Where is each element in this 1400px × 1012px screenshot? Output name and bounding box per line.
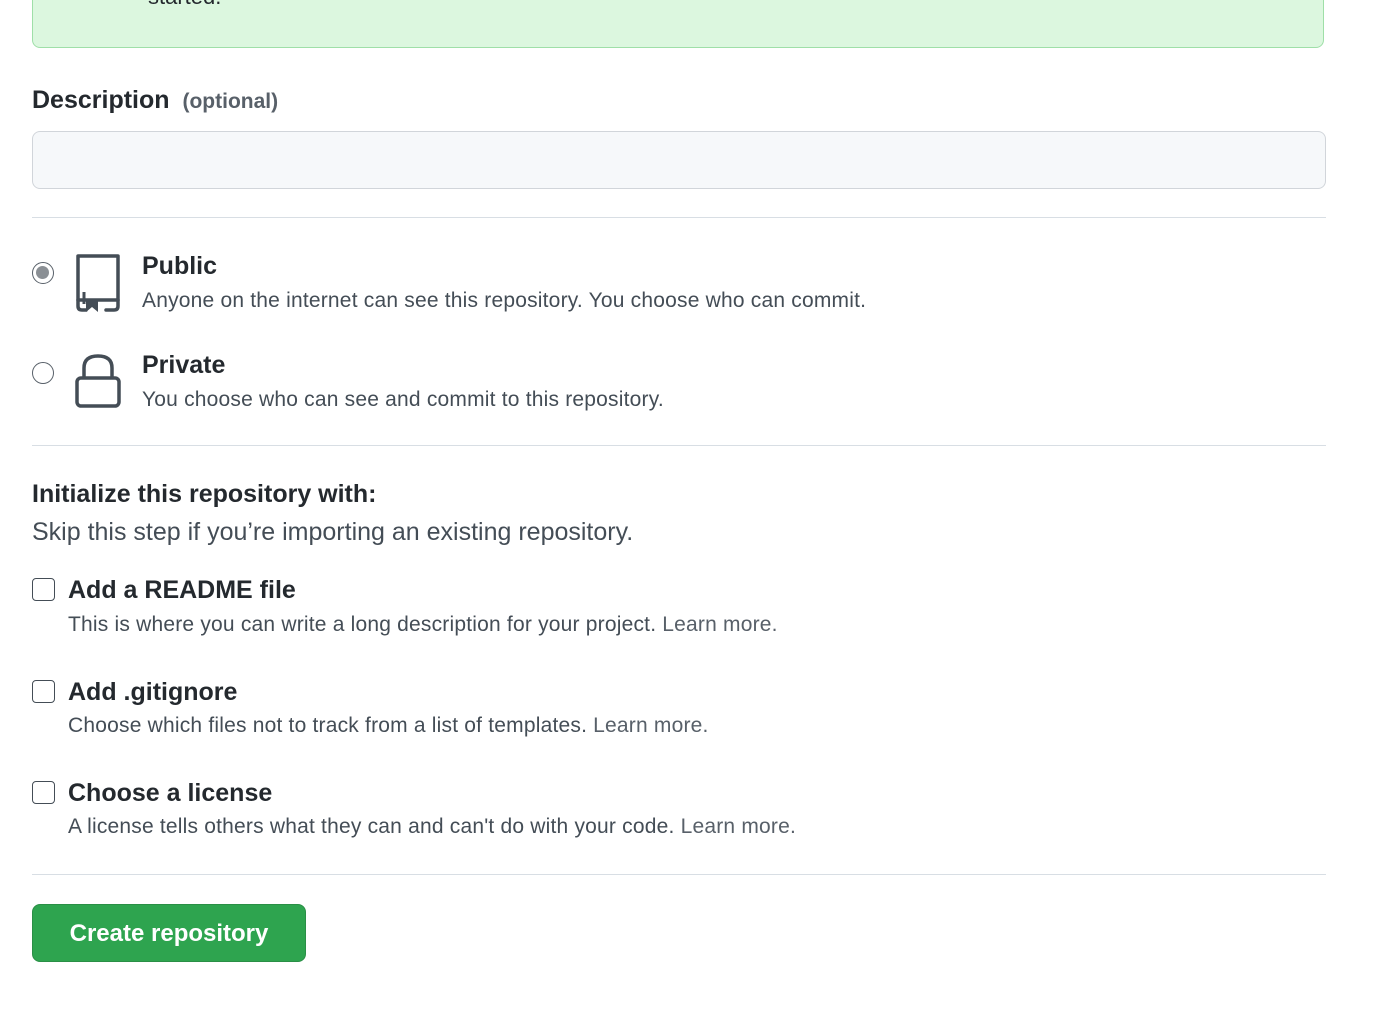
divider xyxy=(32,217,1326,218)
private-description: You choose who can see and commit to thi… xyxy=(142,388,664,411)
description-label-text: Description xyxy=(32,86,170,114)
gitignore-checkbox[interactable] xyxy=(32,680,55,703)
private-title: Private xyxy=(142,351,226,379)
public-radio[interactable] xyxy=(32,262,54,284)
gitignore-title: Add .gitignore xyxy=(68,678,238,706)
readme-title: Add a README file xyxy=(68,576,296,604)
description-input[interactable] xyxy=(32,131,1326,189)
initialize-subtitle: Skip this step if you’re importing an ex… xyxy=(32,518,634,546)
private-radio[interactable] xyxy=(32,362,54,384)
initialize-title: Initialize this repository with: xyxy=(32,480,377,508)
gitignore-description: Choose which files not to track from a l… xyxy=(68,714,709,738)
public-title: Public xyxy=(142,252,218,280)
new-repository-form: started. Description (optional) Public A… xyxy=(0,0,1400,1012)
license-description-text: A license tells others what they can and… xyxy=(68,815,675,838)
lock-icon xyxy=(75,354,121,408)
readme-learn-more-link[interactable]: Learn more. xyxy=(662,613,777,636)
gitignore-description-text: Choose which files not to track from a l… xyxy=(68,714,588,737)
license-title: Choose a license xyxy=(68,779,273,807)
gitignore-learn-more-link[interactable]: Learn more. xyxy=(593,714,708,737)
description-label: Description (optional) xyxy=(32,86,278,115)
readme-description: This is where you can write a long descr… xyxy=(68,613,778,637)
notice-box xyxy=(32,0,1324,48)
divider xyxy=(32,445,1326,446)
readme-checkbox[interactable] xyxy=(32,578,55,601)
license-description: A license tells others what they can and… xyxy=(68,815,796,839)
optional-label: (optional) xyxy=(182,90,279,113)
license-learn-more-link[interactable]: Learn more. xyxy=(681,815,796,838)
repo-book-icon xyxy=(76,254,120,312)
readme-description-text: This is where you can write a long descr… xyxy=(68,613,657,636)
license-checkbox[interactable] xyxy=(32,781,55,804)
divider xyxy=(32,874,1326,875)
public-description: Anyone on the internet can see this repo… xyxy=(142,289,867,312)
create-repository-button[interactable]: Create repository xyxy=(32,904,306,962)
notice-text: started. xyxy=(148,0,221,10)
